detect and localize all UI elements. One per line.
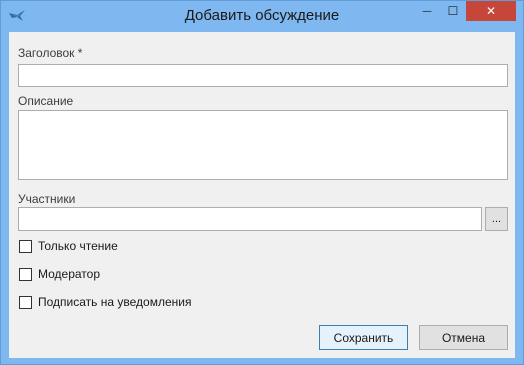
- maximize-icon: ☐: [447, 4, 459, 18]
- participants-input[interactable]: [18, 207, 482, 231]
- subscribe-checkbox-row[interactable]: Подписать на уведомления: [19, 294, 191, 310]
- description-label: Описание: [18, 94, 74, 108]
- moderator-checkbox-row[interactable]: Модератор: [19, 266, 100, 282]
- title-label: Заголовок *: [18, 46, 83, 60]
- subscribe-checkbox[interactable]: [19, 295, 32, 309]
- cancel-button[interactable]: Отмена: [419, 325, 508, 350]
- read-only-checkbox[interactable]: [19, 239, 32, 253]
- dialog-window: Добавить обсуждение — ☐ ✕ Заголовок * Оп…: [0, 0, 524, 365]
- close-button[interactable]: ✕: [466, 1, 516, 21]
- close-icon: ✕: [485, 4, 497, 18]
- dialog-content: Заголовок * Описание Участники ... Тольк…: [9, 32, 515, 358]
- description-textarea[interactable]: [18, 110, 508, 180]
- minimize-button[interactable]: —: [414, 1, 440, 21]
- subscribe-label: Подписать на уведомления: [38, 295, 192, 309]
- read-only-checkbox-row[interactable]: Только чтение: [19, 238, 118, 254]
- read-only-label: Только чтение: [38, 239, 118, 253]
- save-button[interactable]: Сохранить: [319, 325, 408, 350]
- browse-participants-button[interactable]: ...: [485, 207, 508, 231]
- moderator-checkbox[interactable]: [19, 267, 32, 281]
- participants-label: Участники: [18, 192, 76, 206]
- title-bar[interactable]: Добавить обсуждение — ☐ ✕: [1, 1, 523, 32]
- title-input[interactable]: [18, 64, 508, 87]
- minimize-icon: —: [422, 5, 432, 17]
- maximize-button[interactable]: ☐: [440, 1, 466, 21]
- moderator-label: Модератор: [38, 267, 101, 281]
